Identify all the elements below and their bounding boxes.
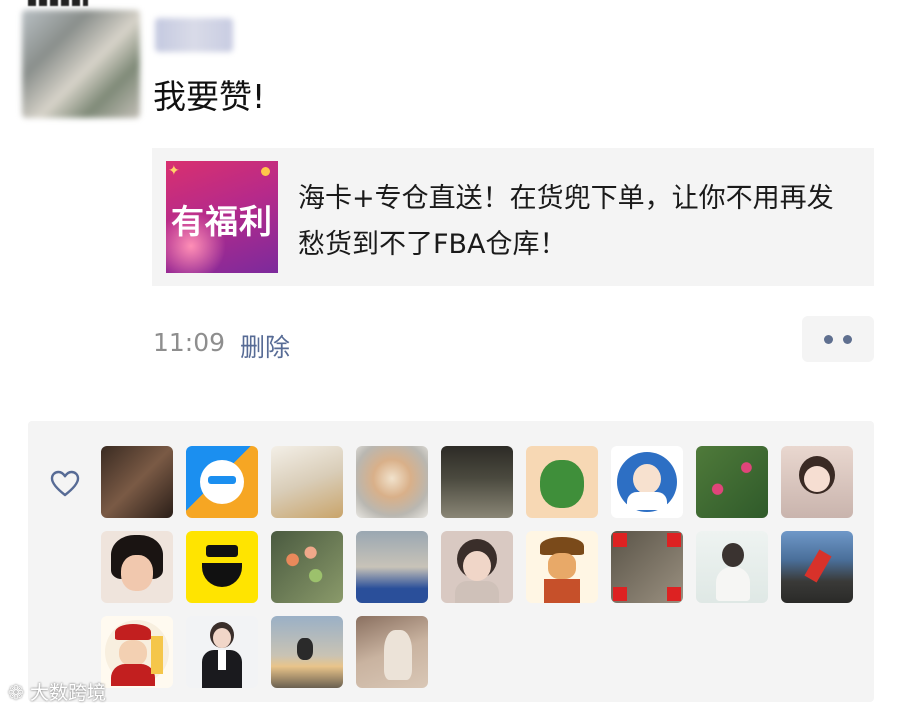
link-title: 海卡+专仓直送！在货兜下单，让你不用再发愁货到不了FBA仓库！ bbox=[298, 183, 834, 260]
liker-avatar[interactable] bbox=[356, 531, 428, 603]
liker-avatar[interactable] bbox=[101, 616, 173, 688]
liker-avatar[interactable] bbox=[271, 531, 343, 603]
liker-avatar[interactable] bbox=[101, 446, 173, 518]
more-dots-icon bbox=[824, 335, 833, 344]
cropped-header-fragment bbox=[28, 0, 88, 6]
liker-avatar[interactable] bbox=[441, 531, 513, 603]
sparkle-icon: ✦ bbox=[168, 163, 180, 179]
author-name[interactable] bbox=[155, 18, 233, 52]
thumbnail-label: 有福利 bbox=[171, 202, 273, 241]
watermark: ❁ 大数跨境 bbox=[8, 678, 106, 705]
more-actions-button[interactable] bbox=[802, 316, 874, 362]
liker-avatar[interactable] bbox=[186, 616, 258, 688]
liker-avatar[interactable] bbox=[441, 446, 513, 518]
liker-avatar[interactable] bbox=[271, 616, 343, 688]
liker-avatar[interactable] bbox=[781, 531, 853, 603]
liker-avatar[interactable] bbox=[611, 446, 683, 518]
likes-panel bbox=[28, 421, 874, 702]
post-timestamp: 11:09 bbox=[153, 328, 226, 357]
author-avatar[interactable] bbox=[22, 10, 140, 118]
liker-avatar[interactable] bbox=[696, 531, 768, 603]
watermark-text: 大数跨境 bbox=[29, 682, 106, 704]
liker-avatar[interactable] bbox=[526, 446, 598, 518]
liker-avatar[interactable] bbox=[356, 446, 428, 518]
liker-avatar[interactable] bbox=[101, 531, 173, 603]
liker-avatar[interactable] bbox=[186, 446, 258, 518]
liker-avatar[interactable] bbox=[356, 616, 428, 688]
post-text: 我要赞! bbox=[153, 77, 266, 116]
liker-avatar[interactable] bbox=[611, 531, 683, 603]
heart-icon bbox=[50, 470, 80, 497]
watermark-logo-icon: ❁ bbox=[8, 682, 24, 704]
liker-avatar[interactable] bbox=[526, 531, 598, 603]
link-thumbnail: ✦ 有福利 bbox=[166, 161, 278, 273]
delete-button[interactable]: 删除 bbox=[240, 328, 290, 364]
liker-avatar[interactable] bbox=[696, 446, 768, 518]
shared-link-card[interactable]: ✦ 有福利 海卡+专仓直送！在货兜下单，让你不用再发愁货到不了FBA仓库！ bbox=[152, 148, 874, 286]
liker-avatar[interactable] bbox=[271, 446, 343, 518]
liker-avatar[interactable] bbox=[186, 531, 258, 603]
liker-avatar[interactable] bbox=[781, 446, 853, 518]
